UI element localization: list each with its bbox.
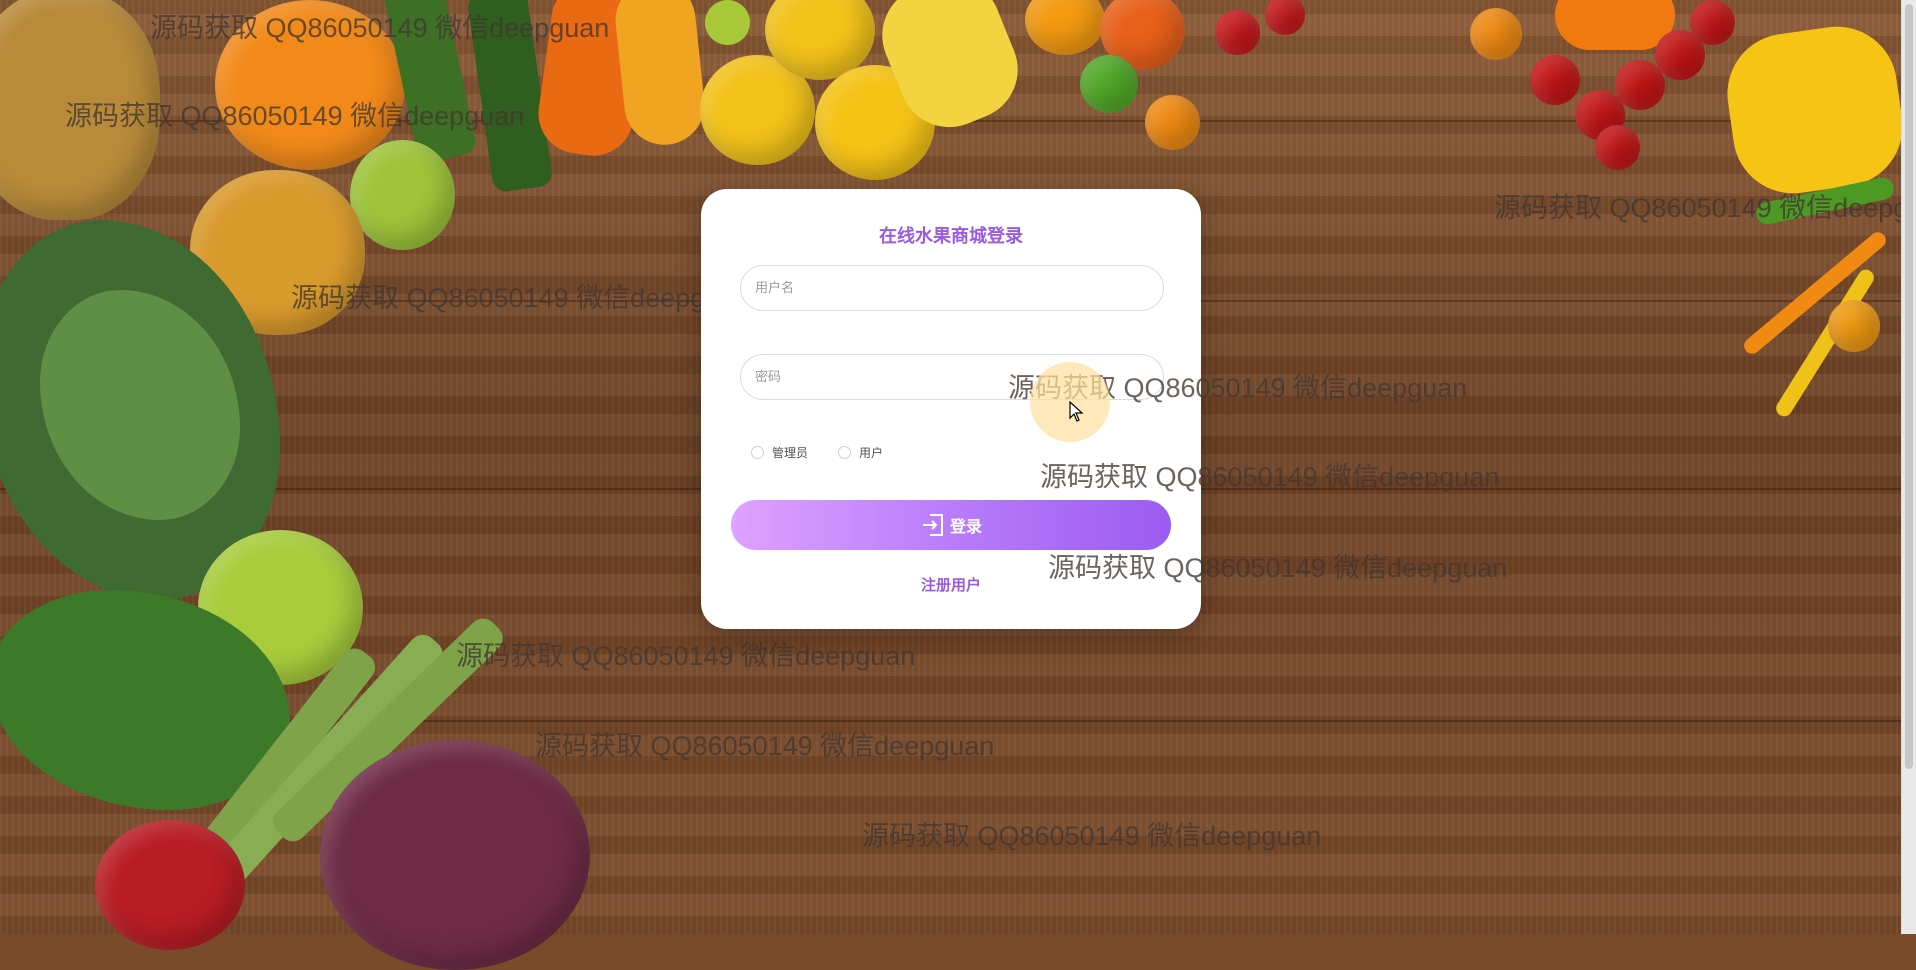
grapes-image — [320, 740, 590, 970]
orange-tomato-image — [1828, 300, 1880, 352]
red-apple-image — [95, 820, 245, 950]
cherry-tomato-image — [1690, 0, 1735, 45]
login-button-label: 登录 — [949, 517, 982, 536]
cherry-tomato-image — [1215, 10, 1260, 55]
pineapple-image — [0, 0, 160, 220]
user-radio[interactable] — [838, 446, 852, 459]
lime-image — [1080, 55, 1138, 113]
orange-image — [215, 0, 405, 170]
cherry-tomato-image — [1530, 55, 1580, 105]
role-selector: 管理员 用户 — [751, 444, 913, 461]
login-card: 在线水果商城登录 管理员 用户 登录 注册用户 — [701, 189, 1201, 629]
register-link[interactable]: 注册用户 — [701, 574, 1201, 595]
admin-radio-label[interactable]: 管理员 — [772, 444, 808, 461]
vertical-scrollbar[interactable] — [1901, 0, 1916, 934]
mouse-pointer-icon — [1069, 401, 1084, 422]
user-radio-label[interactable]: 用户 — [859, 444, 883, 461]
scrollbar-thumb[interactable] — [1905, 4, 1913, 769]
lime-image — [705, 0, 750, 45]
orange-tomato-image — [1470, 8, 1522, 60]
cherry-tomato-image — [1595, 125, 1640, 170]
lime-image — [350, 140, 455, 250]
admin-radio[interactable] — [751, 446, 764, 459]
page-title: 在线水果商城登录 — [879, 226, 1023, 247]
login-button[interactable]: 登录 — [731, 500, 1171, 550]
orange-tomato-image — [1145, 95, 1200, 150]
username-input[interactable] — [740, 265, 1164, 311]
login-icon — [922, 514, 943, 536]
